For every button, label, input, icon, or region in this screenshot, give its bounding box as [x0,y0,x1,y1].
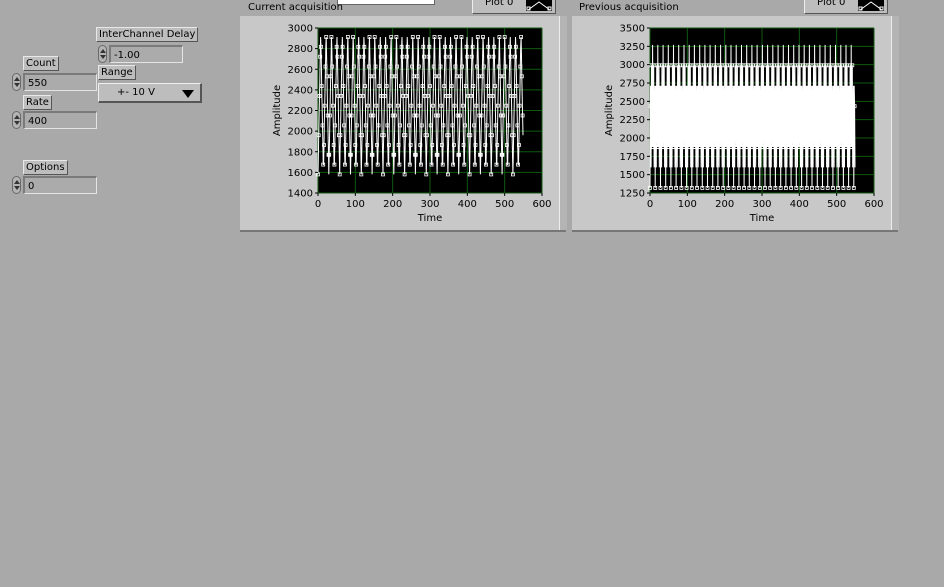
decrement-icon [14,186,20,190]
x-tick-label: 400 [458,199,477,210]
y-tick-label: 1750 [620,152,645,163]
interchannel-delay-spinner[interactable] [98,45,107,63]
y-tick-label: 2800 [288,44,313,55]
decrement-icon [14,121,20,125]
dropdown-arrow-icon [182,90,194,98]
x-tick-label: 500 [495,199,514,210]
x-tick-label: 200 [383,199,402,210]
y-tick-label: 3000 [288,24,313,35]
y-tick-label: 2250 [620,115,645,126]
decrement-icon [14,83,20,87]
x-tick-label: 100 [346,199,365,210]
plot-style-icon [858,0,884,11]
graph-title: Previous acquisition [579,2,679,13]
count-field[interactable]: 550 [23,73,97,91]
rate-spinner[interactable] [12,111,21,129]
y-tick-label: 3250 [620,42,645,53]
range-label: Range [98,65,136,80]
graph-title: Current acquisition [248,2,343,13]
interchannel-delay-field[interactable]: -1.00 [109,45,183,63]
increment-icon [100,49,106,53]
range-selector[interactable]: +- 10 V [98,83,202,103]
plot-legend-label: Plot 0 [817,0,846,8]
y-tick-label: 2600 [288,65,313,76]
current-acquisition-graph[interactable]: 0 100 200 300 400 500 600 3000 2800 2600 2400 2200 2… [240,16,558,230]
y-tick-label: 1800 [288,147,313,158]
rate-field[interactable]: 400 [23,111,97,129]
x-tick-label: 0 [315,199,321,210]
y-tick-label: 2200 [288,106,313,117]
y-tick-label: 2000 [288,127,313,138]
range-value: +- 10 V [117,87,155,98]
y-axis-label: Amplitude [604,85,615,136]
graph-frame: 0 100 200 300 400 500 600 3000 2800 2600 2400 2200 2… [240,16,566,232]
x-tick-label: 0 [647,199,653,210]
x-tick-label: 200 [715,199,734,210]
interchannel-delay-label: InterChannel Delay [96,27,199,42]
y-tick-label: 2750 [620,79,645,90]
rate-label: Rate [23,95,52,110]
y-tick-label: 3500 [620,24,645,35]
y-tick-label: 3000 [620,60,645,71]
y-tick-label: 1600 [288,168,313,179]
increment-icon [14,115,20,119]
options-label: Options [23,160,68,175]
x-tick-label: 600 [532,199,551,210]
plot-legend-label: Plot 0 [485,0,514,8]
count-label: Count [23,56,59,71]
graph-frame: 0 100 200 300 400 500 600 3500 3250 3000 2750 2500 2… [572,16,898,232]
x-tick-label: 500 [827,199,846,210]
y-tick-label: 1500 [620,170,645,181]
x-tick-label: 400 [790,199,809,210]
graph-scrollbar[interactable] [559,16,567,230]
count-spinner[interactable] [12,73,21,91]
x-tick-label: 300 [420,199,439,210]
options-spinner[interactable] [12,176,21,194]
x-axis-label: Time [417,213,442,224]
y-axis-label: Amplitude [272,85,283,136]
graph-scrollbar[interactable] [891,16,899,230]
y-tick-label: 2500 [620,97,645,108]
plot-legend[interactable]: Plot 0 [804,0,888,14]
x-tick-label: 100 [678,199,697,210]
plot-legend[interactable]: Plot 0 [472,0,556,14]
increment-icon [14,180,20,184]
graph-top-element [337,0,435,5]
x-axis-label: Time [749,213,774,224]
options-field[interactable]: 0 [23,176,97,194]
x-tick-label: 600 [864,199,883,210]
y-tick-label: 1400 [288,189,313,200]
x-tick-label: 300 [752,199,771,210]
previous-acquisition-graph[interactable]: 0 100 200 300 400 500 600 3500 3250 3000 2750 2500 2… [572,16,890,230]
y-tick-label: 2000 [620,134,645,145]
y-tick-label: 1250 [620,189,645,200]
decrement-icon [100,55,106,59]
plot-style-icon [526,0,552,11]
y-tick-label: 2400 [288,85,313,96]
increment-icon [14,77,20,81]
